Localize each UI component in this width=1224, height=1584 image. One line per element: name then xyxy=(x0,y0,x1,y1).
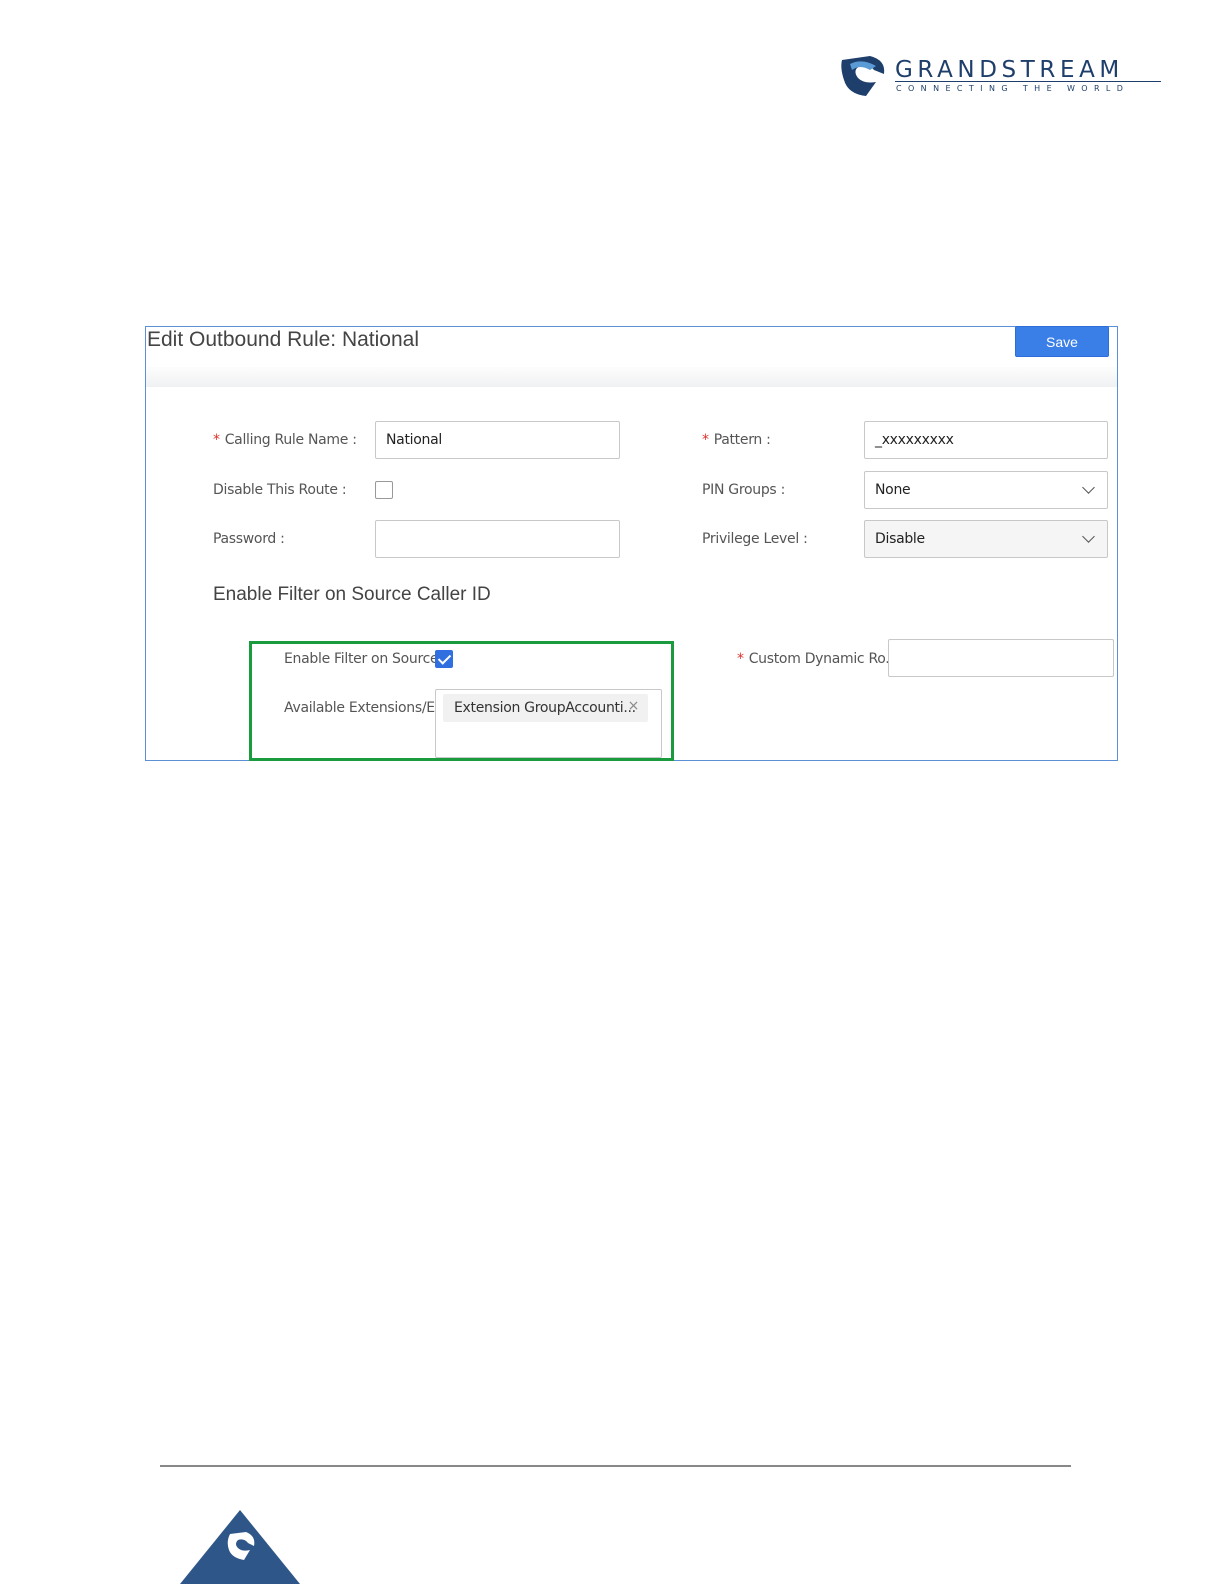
footer-logo-icon xyxy=(180,1510,300,1584)
available-extensions-label: Available Extensions/E... xyxy=(284,700,448,716)
disable-route-label: Disable This Route : xyxy=(213,482,347,498)
brand-tagline: CONNECTING THE WORLD xyxy=(896,84,1130,93)
enable-filter-checkbox[interactable] xyxy=(435,650,453,668)
pin-groups-select[interactable]: None xyxy=(864,471,1108,509)
footer-divider xyxy=(160,1465,1071,1467)
pattern-input[interactable]: _xxxxxxxxx xyxy=(864,421,1108,459)
pin-groups-value: None xyxy=(875,482,911,498)
privilege-level-label: Privilege Level : xyxy=(702,531,808,547)
brand-name: GRANDSTREAM xyxy=(895,57,1124,83)
pin-groups-label: PIN Groups : xyxy=(702,482,785,498)
pattern-label: * Pattern : xyxy=(702,432,771,448)
available-extensions-select[interactable]: Extension GroupAccounti... × xyxy=(435,689,662,758)
grandstream-logo: GRANDSTREAM CONNECTING THE WORLD xyxy=(840,54,1170,102)
password-input[interactable] xyxy=(375,520,620,558)
tag-label: Extension GroupAccounti... xyxy=(454,700,636,716)
privilege-level-value: Disable xyxy=(875,531,925,547)
dialog-title: Edit Outbound Rule: National xyxy=(147,328,420,351)
calling-rule-name-input[interactable]: National xyxy=(375,421,620,459)
calling-rule-name-label: * Calling Rule Name : xyxy=(213,432,357,448)
privilege-level-select[interactable]: Disable xyxy=(864,520,1108,558)
save-button[interactable]: Save xyxy=(1015,326,1109,357)
chevron-down-icon xyxy=(1082,481,1095,494)
required-marker: * xyxy=(702,432,709,448)
header-divider xyxy=(146,367,1117,387)
chevron-down-icon xyxy=(1082,530,1095,543)
close-icon[interactable]: × xyxy=(628,698,640,714)
filter-section-title: Enable Filter on Source Caller ID xyxy=(213,584,491,605)
required-marker: * xyxy=(213,432,220,448)
selected-extension-tag: Extension GroupAccounti... × xyxy=(443,694,648,722)
required-marker: * xyxy=(737,651,744,667)
edit-outbound-rule-dialog: Edit Outbound Rule: National Save * Calli… xyxy=(145,326,1118,761)
enable-filter-label: Enable Filter on Source... xyxy=(284,651,451,667)
password-label: Password : xyxy=(213,531,285,547)
grandstream-logo-icon xyxy=(841,56,885,96)
custom-dynamic-route-input[interactable] xyxy=(888,639,1114,677)
disable-route-checkbox[interactable] xyxy=(375,481,393,499)
checkmark-icon xyxy=(437,651,452,665)
brand-divider xyxy=(895,81,1161,82)
custom-dynamic-route-label: * Custom Dynamic Ro... xyxy=(737,651,898,667)
